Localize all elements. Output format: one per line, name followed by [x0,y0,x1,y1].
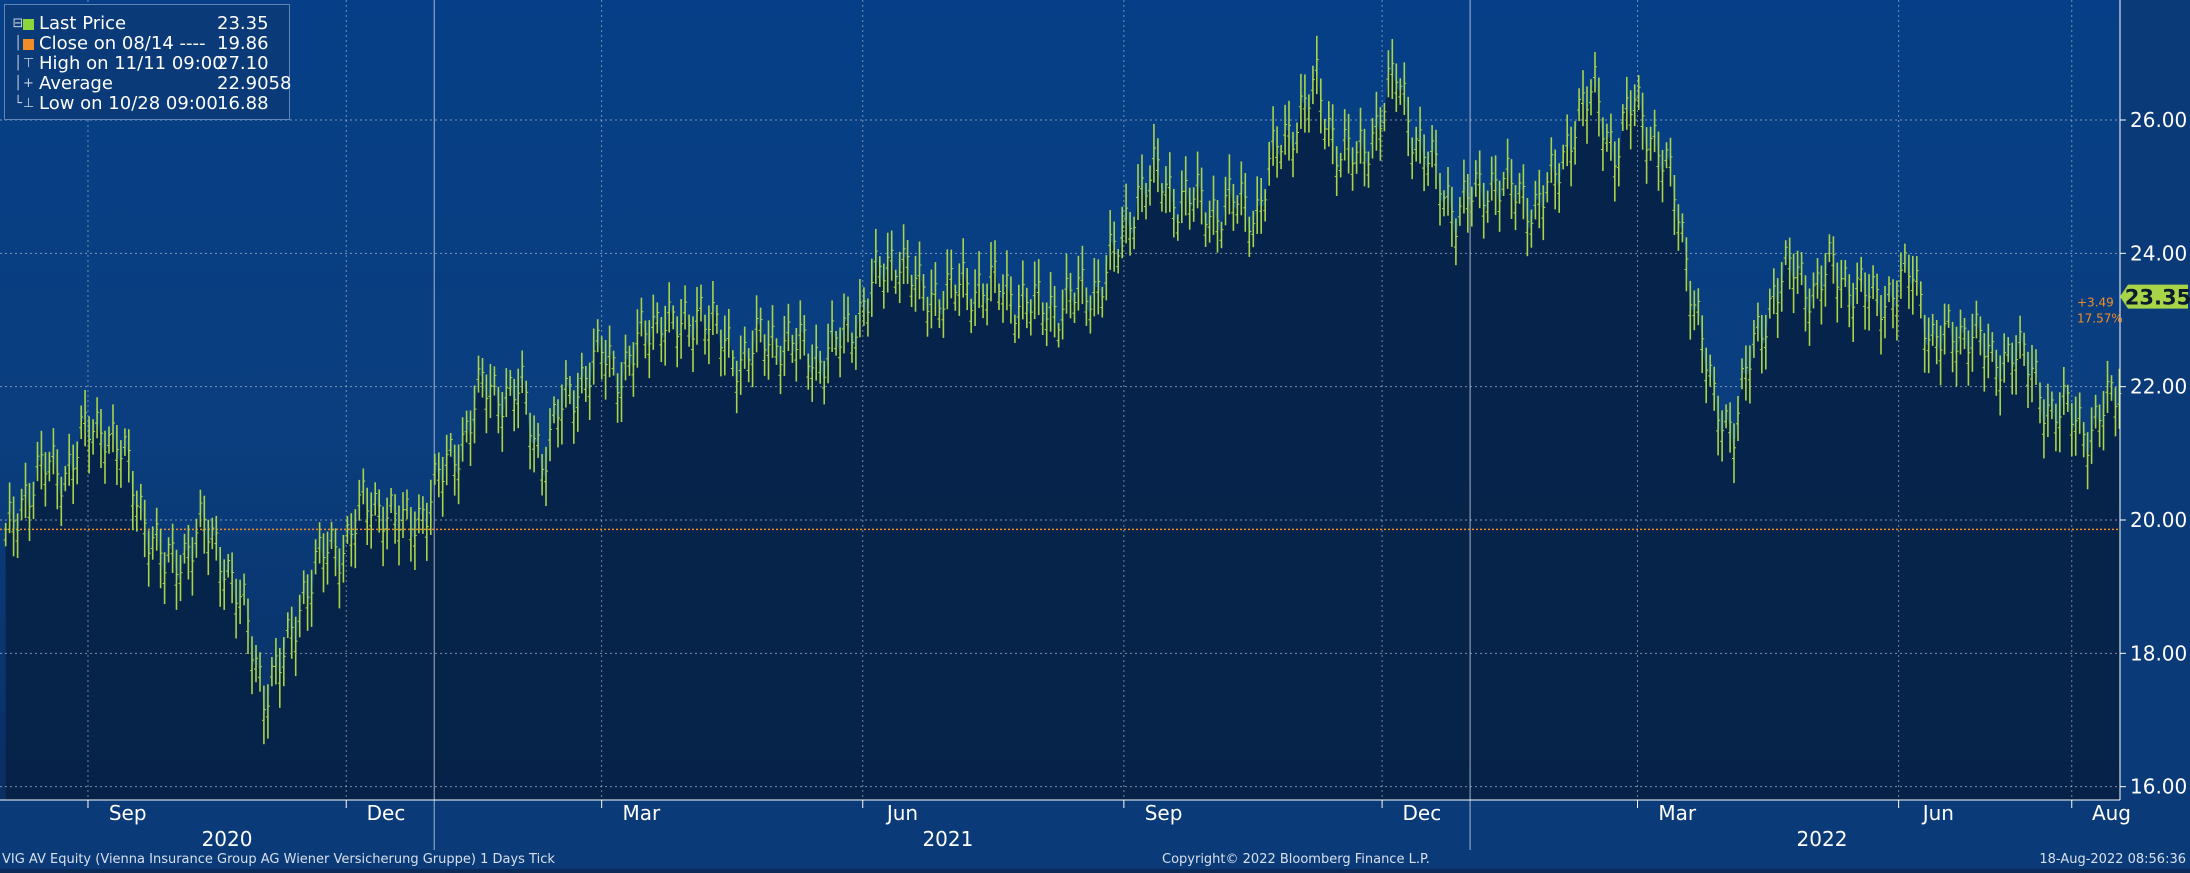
high-marker-icon: ⊤ [23,56,35,71]
legend-label: Last Price [39,13,127,34]
legend-item-last-price: ⊟ Last Price 23.35 [5,14,289,34]
x-tick-label: Mar [1658,801,1697,825]
legend-item-close: │ Close on 08/14 ---- 19.86 [5,34,289,54]
y-tick-label: 22.00 [2130,375,2187,399]
x-tick-label: Jun [1921,801,1954,825]
legend-item-average: │ + Average 22.9058 [5,73,292,94]
footer-security-description: VIG AV Equity (Vienna Insurance Group AG… [2,852,555,867]
legend-value: 23.35 [217,13,269,34]
footer-timestamp: 18-Aug-2022 08:56:36 [2039,852,2186,867]
legend-value: 16.88 [217,93,269,114]
y-tick-label: 16.00 [2130,775,2187,799]
x-year-label: 2021 [922,827,973,851]
legend-item-high: │ ⊤ High on 11/11 09:00 27.10 [5,54,289,74]
x-tick-label: Mar [623,801,662,825]
legend-swatch-close [23,39,34,50]
last-price-tag-label: 23.35 [2125,286,2190,310]
x-tick-label: Dec [1402,801,1441,825]
change-pct-label: 17.57% [2077,312,2123,326]
legend-label: High on 11/11 09:00 [39,53,224,74]
x-year-label: 2022 [1797,827,1848,851]
y-tick-label: 18.00 [2130,641,2187,665]
change-abs-label: +3.49 [2077,296,2114,310]
low-marker-icon: ⊥ [23,96,35,111]
x-year-label: 2020 [202,827,253,851]
legend-item-low: └ ⊥ Low on 10/28 09:00 16.88 [5,94,289,114]
chart-canvas: 16.00 18.00 20.00 22.00 24.00 26.00 Sep Dec Mar J… [0,0,2190,869]
price-chart: 16.00 18.00 20.00 22.00 24.00 26.00 Sep Dec Mar J… [0,0,2190,869]
y-tick-label: 26.00 [2130,108,2187,132]
legend-value: 27.10 [217,53,269,74]
x-tick-label: Jun [885,801,918,825]
legend-label: Average [39,73,113,94]
legend-value: 19.86 [217,33,269,54]
legend-value: 22.9058 [217,73,292,94]
y-tick-label: 20.00 [2130,508,2187,532]
x-tick-label: Dec [367,801,406,825]
legend-label: Low on 10/28 09:00 [39,93,218,114]
y-tick-label: 24.00 [2130,241,2187,265]
legend-swatch-last-price [23,19,34,30]
footer-copyright: Copyright© 2022 Bloomberg Finance L.P. [1162,852,1430,867]
legend-label: Close on 08/14 ---- [39,33,206,54]
average-marker-icon: + [23,76,34,91]
x-tick-label: Sep [1145,801,1183,825]
x-tick-label: Sep [109,801,147,825]
x-tick-label: Aug [2092,801,2131,825]
legend: ⊟ Last Price 23.35 │ Close on 08/14 ----… [4,4,292,120]
